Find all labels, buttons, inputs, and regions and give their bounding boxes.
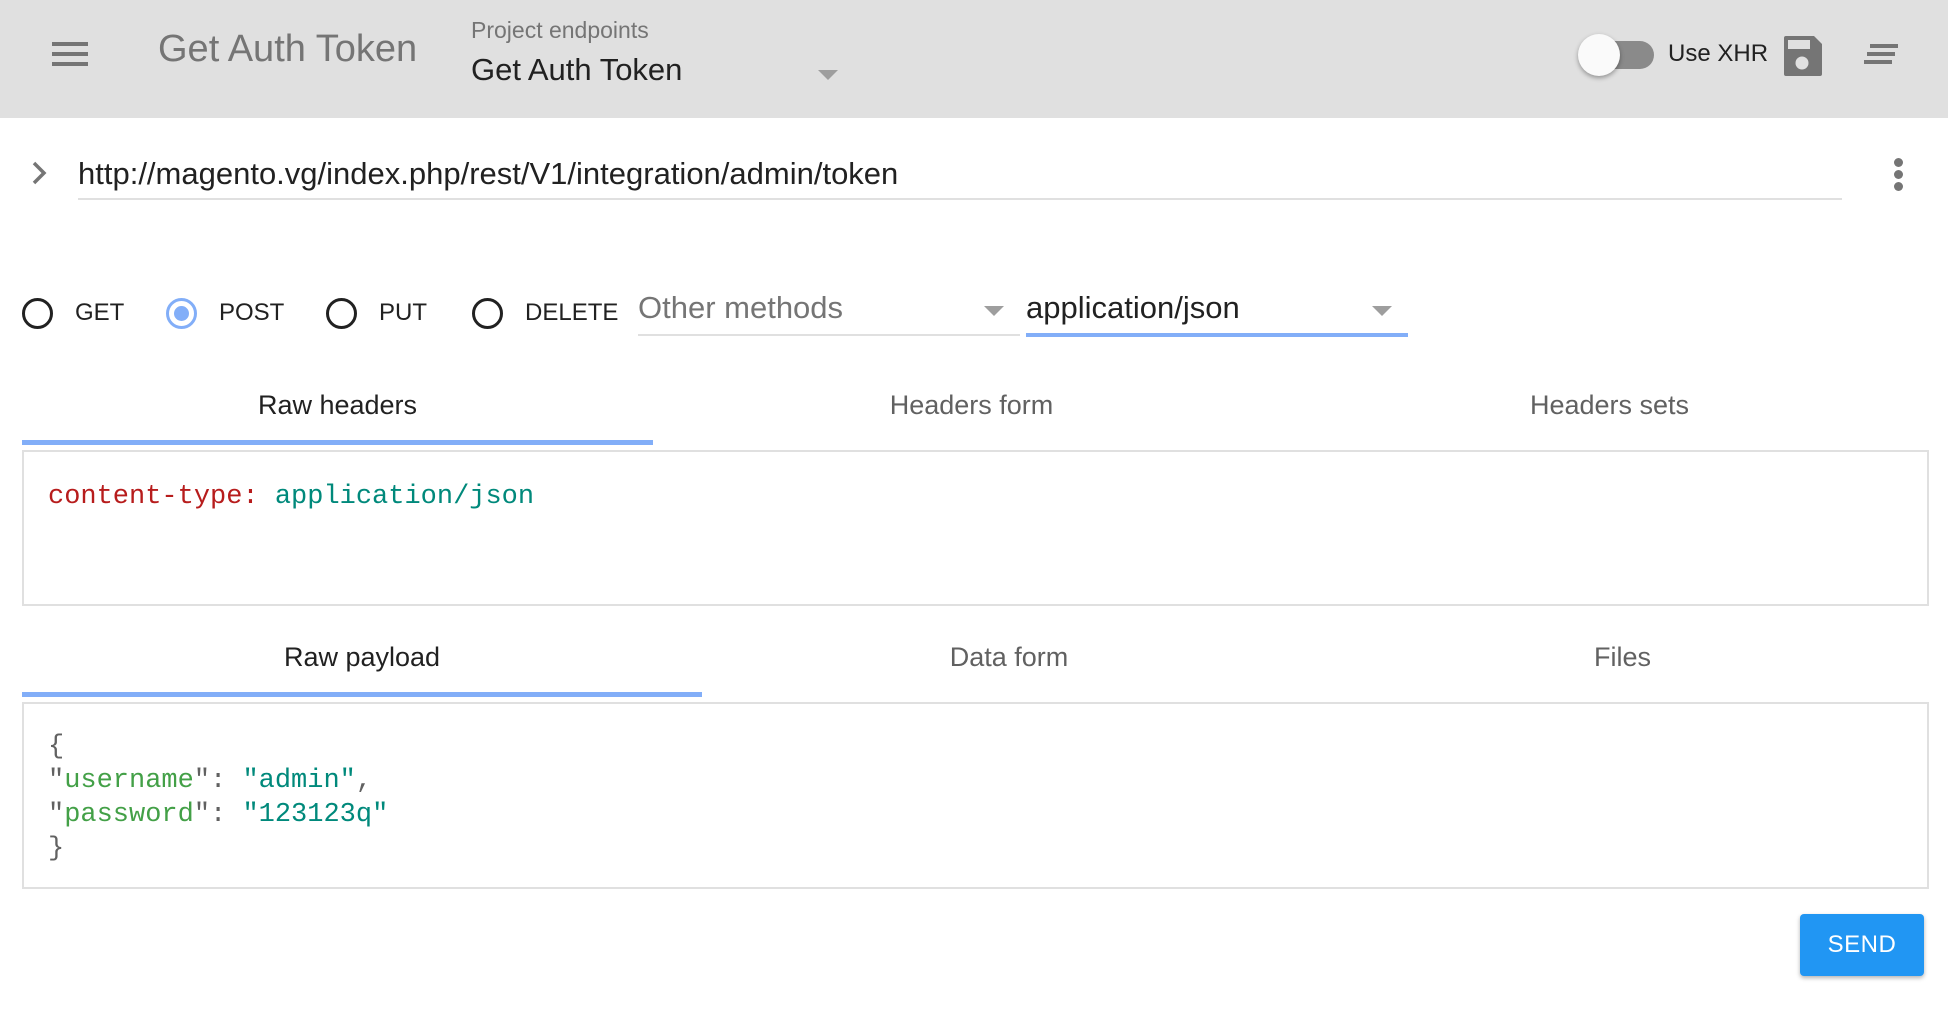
dropdown-arrow-icon [1372,306,1392,316]
json-close-brace: } [48,834,65,864]
sort-lines-icon[interactable] [1856,30,1908,80]
json-key: password [64,800,194,830]
tab-headers-sets[interactable]: Headers sets [1290,365,1929,445]
other-methods-placeholder: Other methods [638,290,844,325]
json-open-brace: { [48,732,65,762]
tab-indicator [22,440,653,445]
project-endpoints-value: Get Auth Token [471,52,683,87]
header-value: application/json [274,482,535,512]
dropdown-arrow-icon[interactable] [818,70,838,80]
radio-circle[interactable] [472,297,503,329]
json-value: admin [258,766,340,796]
method-label: GET [75,299,125,326]
radio-circle[interactable] [326,297,357,329]
use-xhr-toggle[interactable] [1576,32,1656,78]
radio-circle[interactable] [166,297,197,329]
payload-tabs: Raw payload Data form Files [22,617,1929,697]
json-value: 123123q [258,800,373,830]
project-endpoints-label: Project endpoints [471,17,649,43]
tab-raw-headers[interactable]: Raw headers [22,365,653,445]
send-button[interactable]: SEND [1800,914,1924,976]
json-key: username [64,766,194,796]
tab-data-form[interactable]: Data form [702,617,1316,697]
tab-raw-payload[interactable]: Raw payload [22,617,702,697]
request-title: Get Auth Token [158,28,418,70]
save-icon[interactable] [1776,30,1828,80]
content-type-select[interactable]: application/json [1026,286,1408,337]
hamburger-menu-icon[interactable] [44,34,96,74]
select-underline [638,334,1020,336]
select-underline [1026,333,1408,337]
radio-circle[interactable] [22,297,53,329]
url-input[interactable] [78,150,1842,200]
content-type-value: application/json [1026,290,1240,325]
toggle-thumb[interactable] [1578,34,1620,76]
json-line: "password": "123123q" [48,800,389,830]
method-label: DELETE [525,299,619,326]
other-methods-select[interactable]: Other methods [638,286,1020,336]
tab-headers-form[interactable]: Headers form [653,365,1290,445]
raw-payload-editor[interactable]: { "username": "admin", "password": "1231… [22,702,1929,889]
method-radio-get[interactable]: GET [22,290,124,336]
more-vert-icon[interactable] [1880,152,1916,196]
method-label: POST [219,299,285,326]
raw-headers-editor[interactable]: content-type: application/json [22,450,1929,606]
json-line: "username": "admin", [48,766,373,796]
method-radio-put[interactable]: PUT [326,290,427,336]
dropdown-arrow-icon [984,306,1004,316]
tab-files[interactable]: Files [1316,617,1929,697]
use-xhr-label: Use XHR [1668,40,1769,67]
app-toolbar: Get Auth Token Project endpoints Get Aut… [0,0,1948,118]
headers-tabs: Raw headers Headers form Headers sets [22,365,1929,445]
method-label: PUT [379,299,427,326]
method-radio-delete[interactable]: DELETE [472,290,618,336]
header-name: content-type: [48,482,259,512]
tab-indicator [22,692,702,697]
method-radio-post[interactable]: POST [166,290,284,336]
chevron-right-icon[interactable] [22,155,58,191]
